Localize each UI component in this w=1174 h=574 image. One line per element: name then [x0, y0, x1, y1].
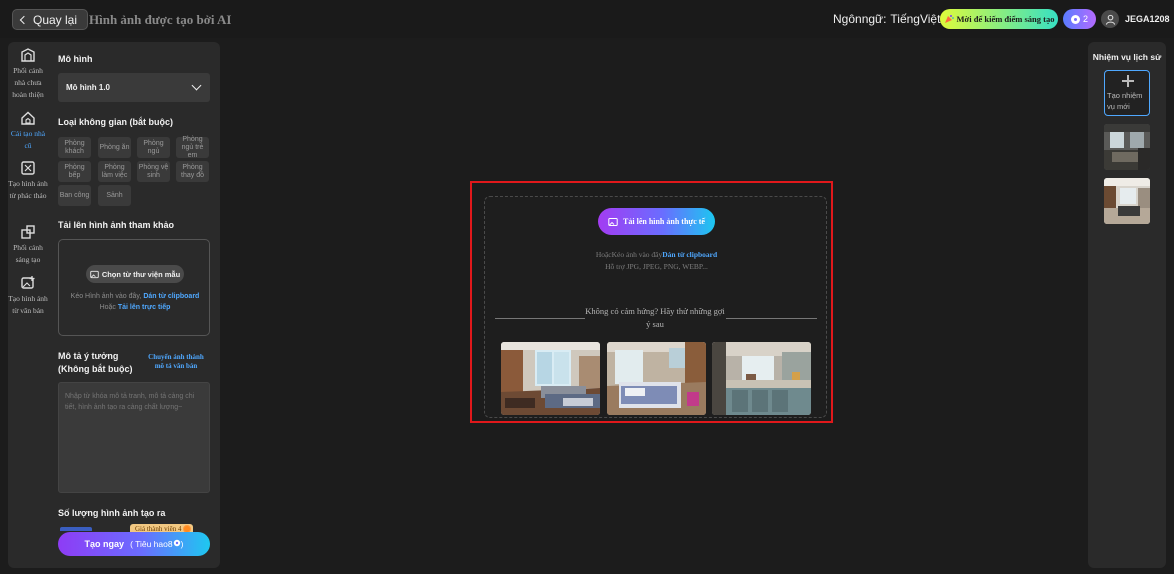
reference-hint: Kéo Hình ảnh vào đây, Dán từ clipboard H…: [65, 291, 205, 313]
bedroom-thumbnail: [607, 342, 706, 415]
back-button-label: Quay lại: [33, 12, 78, 27]
history-item[interactable]: [1104, 178, 1150, 224]
rail-item-label: Phối cảnh sáng tạo: [13, 243, 43, 264]
image-to-text-link[interactable]: Chuyển ảnh thành mô tả văn bản: [144, 353, 208, 371]
username[interactable]: JEGA1208: [1125, 14, 1170, 24]
space-chip[interactable]: Ban công: [58, 185, 91, 206]
history-thumbnail: [1104, 124, 1150, 170]
invite-promo-button[interactable]: Mời để kiếm điểm sáng tạo: [940, 9, 1058, 29]
image-count-label: Số lượng hình ảnh tạo ra: [58, 508, 166, 518]
history-thumbnail: [1104, 178, 1150, 224]
rail-item-renovate-house[interactable]: Cải tạo nhà cũ: [8, 110, 48, 152]
idea-label-sub: (Không bắt buộc): [58, 364, 133, 374]
upload-real-image-button[interactable]: Tải lên hình ảnh thực tế: [598, 208, 715, 235]
back-button[interactable]: Quay lại: [12, 9, 89, 30]
space-chip[interactable]: Phòng vệ sinh: [137, 161, 170, 182]
space-chip[interactable]: Phòng ngủ: [137, 137, 170, 158]
language-value: TiếngViệt: [890, 12, 941, 26]
upload-area-highlight: Tải lên hình ảnh thực tế HoặcKéo ảnh vào…: [470, 181, 833, 423]
model-value: Mô hình 1.0: [66, 83, 110, 92]
reference-label: Tải lên hình ảnh tham khảo: [58, 220, 175, 230]
sample-image-living-room[interactable]: [501, 342, 600, 415]
history-item[interactable]: [1104, 124, 1150, 170]
chevron-down-icon: [191, 80, 202, 91]
model-label: Mô hình: [58, 54, 93, 64]
suggestion-text: Không có cảm hứng? Hãy thử những gợi ý s…: [585, 306, 725, 329]
idea-textarea[interactable]: [58, 382, 210, 493]
top-bar: Quay lại Hình ảnh được tạo bởi AI Ngônng…: [0, 0, 1174, 38]
user-icon: [1105, 14, 1115, 25]
promo-label: Mời để kiếm điểm sáng tạo: [956, 14, 1055, 24]
settings-panel: Mô hình Mô hình 1.0 Loại không gian (bắt…: [48, 42, 220, 568]
living-room-thumbnail: [501, 342, 600, 415]
reference-hint-prefix: Kéo Hình ảnh vào đây,: [70, 293, 142, 300]
sample-library-button[interactable]: Chọn từ thư viện mẫu: [86, 265, 184, 283]
history-title: Nhiệm vụ lịch sử: [1092, 52, 1162, 62]
upload-button-label: Tải lên hình ảnh thực tế: [623, 217, 705, 226]
rail-item-label: Tạo hình ảnh từ phác thảo: [8, 179, 48, 200]
home-icon: [21, 111, 35, 125]
create-cost-suffix: ): [180, 539, 184, 549]
image-icon: [608, 217, 618, 226]
drag-hint-prefix: HoặcKéo ảnh vào đây: [595, 250, 663, 259]
image-add-icon: [21, 276, 35, 289]
tool-rail: Phối cảnh nhà chưa hoàn thiện Cải tạo nh…: [8, 42, 48, 568]
plus-icon: [1122, 75, 1134, 87]
image-icon: [90, 270, 99, 278]
supported-formats: Hỗ trợ JPG, JPEG, PNG, WEBP...: [605, 262, 708, 271]
sample-image-kitchen[interactable]: [712, 342, 811, 415]
language-label: Ngônngữ:: [833, 12, 887, 26]
space-chip[interactable]: Phòng thay đồ: [176, 161, 209, 182]
model-select[interactable]: Mô hình 1.0: [58, 73, 210, 102]
idea-label: Mô tả ý tưởng (Không bắt buộc): [58, 350, 132, 376]
space-chip[interactable]: Sảnh: [98, 185, 131, 206]
create-cost: ( Tiêu hao8): [130, 539, 183, 549]
building-icon: [21, 48, 35, 62]
new-task-button[interactable]: Tạo nhiệm vụ mới: [1104, 70, 1150, 116]
space-chip[interactable]: Phòng ngủ trẻ em: [176, 136, 209, 159]
rail-item-unfinished-house[interactable]: Phối cảnh nhà chưa hoàn thiện: [8, 47, 48, 101]
sketch-icon: [21, 161, 35, 175]
rail-item-label: Cải tạo nhà cũ: [10, 129, 46, 150]
space-chip[interactable]: Phòng ăn: [98, 137, 131, 158]
divider: [726, 318, 817, 319]
sample-image-bedroom[interactable]: [607, 342, 706, 415]
image-count-option[interactable]: [60, 527, 92, 531]
space-type-label: Loại không gian (bắt buộc): [58, 117, 173, 127]
paste-clipboard-link[interactable]: Dán từ clipboard: [662, 250, 717, 259]
page-title: Hình ảnh được tạo bởi AI: [89, 12, 232, 27]
rail-item-sketch-to-image[interactable]: Tạo hình ảnh từ phác thảo: [8, 160, 48, 202]
divider: [495, 318, 585, 319]
avatar[interactable]: [1101, 10, 1119, 28]
space-chip[interactable]: Phòng bếp: [58, 161, 91, 182]
credit-coin-icon: [173, 539, 180, 547]
create-cost-value: ( Tiêu hao8: [130, 539, 173, 549]
credit-coin-icon: [1070, 14, 1080, 24]
layers-icon: [21, 225, 35, 239]
rail-item-label: Phối cảnh nhà chưa hoàn thiện: [12, 66, 44, 99]
language-selector[interactable]: Ngônngữ: TiếngViệt: [833, 12, 955, 26]
party-popper-icon: [944, 15, 954, 23]
idea-label-main: Mô tả ý tưởng: [58, 351, 119, 361]
upload-dropzone[interactable]: Tải lên hình ảnh thực tế HoặcKéo ảnh vào…: [484, 196, 827, 418]
reference-hint-mid: Hoặc: [99, 304, 116, 311]
kitchen-thumbnail: [712, 342, 811, 415]
history-panel: Nhiệm vụ lịch sử Tạo nhiệm vụ mới: [1088, 42, 1166, 568]
drag-hint: HoặcKéo ảnh vào đâyDán từ clipboard Hỗ t…: [485, 249, 828, 273]
reference-upload-area[interactable]: Chọn từ thư viện mẫu Kéo Hình ảnh vào đâ…: [58, 239, 210, 336]
create-now-button[interactable]: Tạo ngay ( Tiêu hao8): [58, 532, 210, 556]
paste-clipboard-link[interactable]: Dán từ clipboard: [143, 293, 199, 300]
sample-library-label: Chọn từ thư viện mẫu: [101, 269, 181, 279]
new-task-label: Tạo nhiệm vụ mới: [1107, 91, 1143, 111]
space-chip[interactable]: Phòng làm việc: [98, 161, 131, 182]
rail-item-label: Tạo hình ảnh từ văn bản: [8, 294, 48, 315]
credits-count: 2: [1082, 14, 1088, 24]
rail-item-creative-perspective[interactable]: Phối cảnh sáng tạo: [8, 224, 48, 266]
chevron-left-icon: [19, 15, 29, 24]
credits-badge[interactable]: 2: [1063, 9, 1096, 29]
create-label: Tạo ngay: [84, 539, 125, 549]
space-chip[interactable]: Phòng khách: [58, 137, 91, 158]
direct-upload-link[interactable]: Tải lên trực tiếp: [118, 304, 171, 311]
rail-item-text-to-image[interactable]: Tạo hình ảnh từ văn bản: [8, 275, 48, 317]
